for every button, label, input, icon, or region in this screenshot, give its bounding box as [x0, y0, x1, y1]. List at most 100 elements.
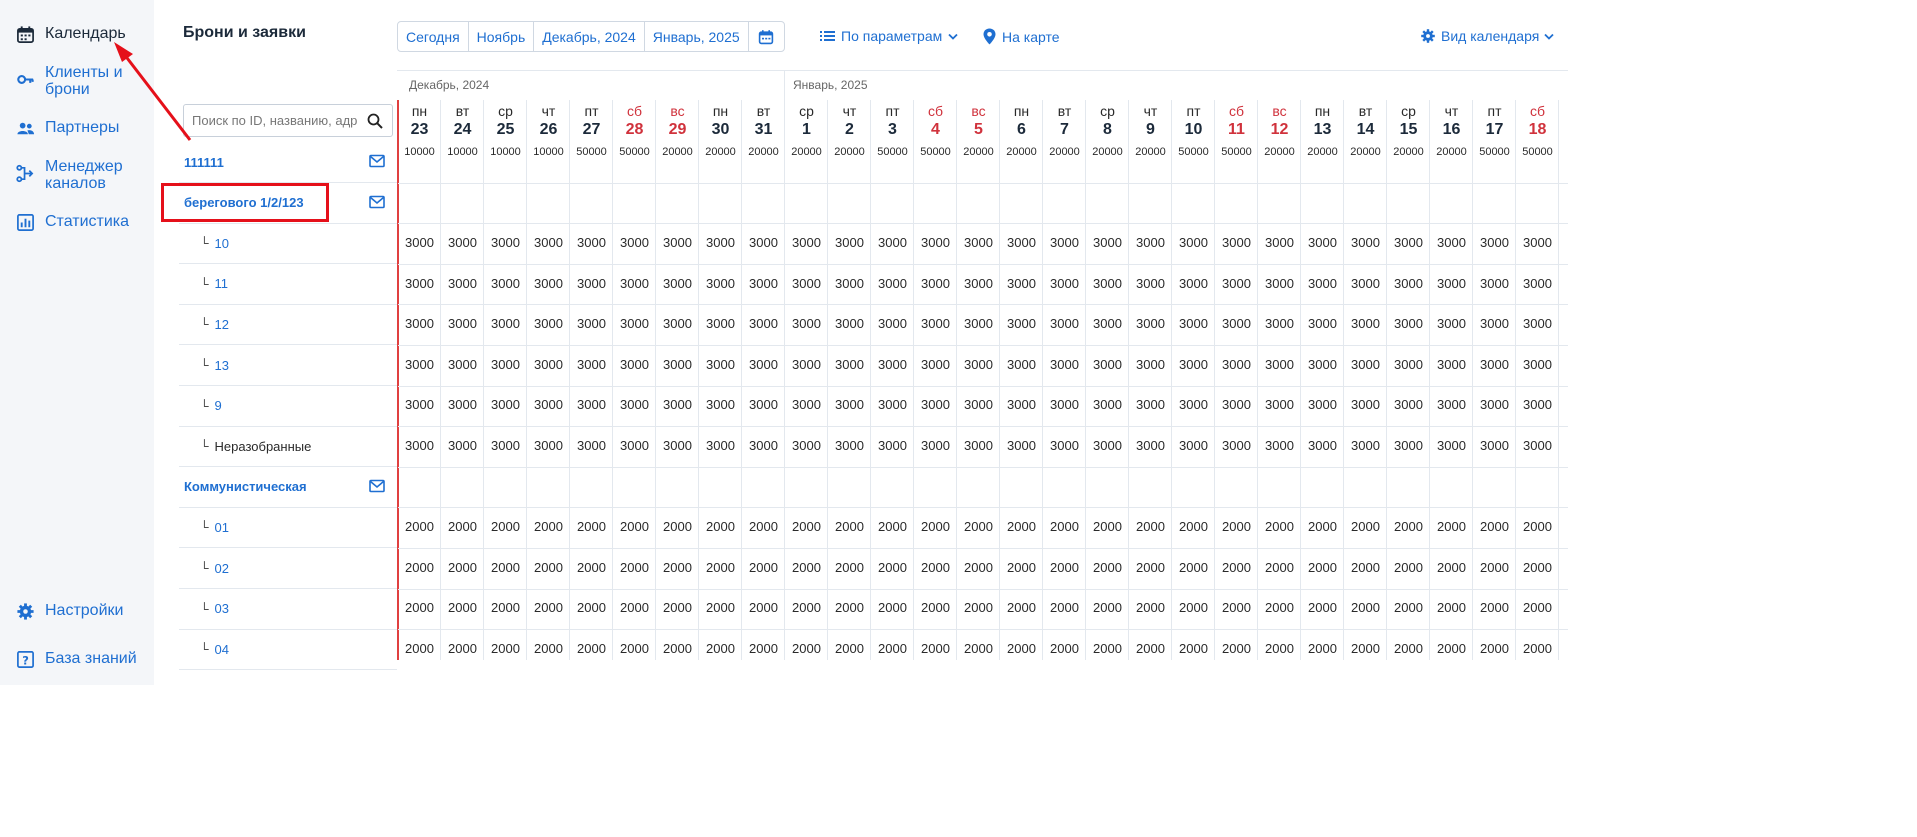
price-cell[interactable]: 3000: [1473, 357, 1516, 372]
price-cell[interactable]: 3000: [613, 276, 656, 291]
price-cell[interactable]: 2000: [1387, 641, 1430, 656]
price-cell[interactable]: 2000: [527, 560, 570, 575]
price-cell[interactable]: 3000: [1000, 438, 1043, 453]
price-cell[interactable]: 2000: [1086, 641, 1129, 656]
price-cell[interactable]: 3000: [957, 316, 1000, 331]
price-cell[interactable]: 3000: [1344, 397, 1387, 412]
price-cell[interactable]: 2000: [1473, 600, 1516, 615]
price-cell[interactable]: 2000: [742, 519, 785, 534]
price-cell[interactable]: 3000: [1258, 357, 1301, 372]
price-cell[interactable]: 2000: [1516, 560, 1559, 575]
price-cell[interactable]: 2000: [1258, 600, 1301, 615]
price-cell[interactable]: 2000: [398, 641, 441, 656]
price-cell[interactable]: 2000: [441, 519, 484, 534]
price-cell[interactable]: 3000: [1301, 397, 1344, 412]
price-cell[interactable]: 2000: [914, 519, 957, 534]
unit-row[interactable]: └ 03: [179, 589, 397, 630]
unit-label[interactable]: └ 10: [200, 236, 229, 251]
price-cell[interactable]: 3000: [1172, 438, 1215, 453]
price-cell[interactable]: 3000: [1043, 235, 1086, 250]
price-cell[interactable]: 2000: [441, 600, 484, 615]
price-cell[interactable]: 2000: [1215, 641, 1258, 656]
price-cell[interactable]: 3000: [785, 357, 828, 372]
price-cell[interactable]: 2000: [828, 641, 871, 656]
price-cell[interactable]: 3000: [914, 438, 957, 453]
price-cell[interactable]: 3000: [398, 235, 441, 250]
unit-name[interactable]: Неразобранные: [215, 439, 312, 454]
price-cell[interactable]: 3000: [613, 235, 656, 250]
price-cell[interactable]: 2000: [1129, 600, 1172, 615]
price-cell[interactable]: 3000: [484, 276, 527, 291]
price-cell[interactable]: 2000: [1172, 600, 1215, 615]
group-price-cell[interactable]: 20000: [1387, 146, 1430, 158]
price-cell[interactable]: 3000: [957, 357, 1000, 372]
price-cell[interactable]: 3000: [1387, 276, 1430, 291]
unit-name[interactable]: 9: [215, 398, 222, 413]
price-cell[interactable]: 3000: [699, 397, 742, 412]
price-cell[interactable]: 3000: [1387, 357, 1430, 372]
price-cell[interactable]: 3000: [1258, 276, 1301, 291]
price-cell[interactable]: 2000: [1473, 641, 1516, 656]
price-cell[interactable]: 2000: [398, 560, 441, 575]
price-cell[interactable]: 2000: [785, 600, 828, 615]
price-cell[interactable]: 2000: [957, 641, 1000, 656]
price-cell[interactable]: 3000: [742, 357, 785, 372]
price-cell[interactable]: 3000: [1043, 276, 1086, 291]
mail-icon[interactable]: [369, 479, 385, 493]
price-cell[interactable]: 2000: [871, 519, 914, 534]
price-cell[interactable]: 2000: [1000, 641, 1043, 656]
price-cell[interactable]: 2000: [656, 600, 699, 615]
price-cell[interactable]: 2000: [1043, 560, 1086, 575]
price-cell[interactable]: 3000: [1387, 235, 1430, 250]
price-cell[interactable]: 2000: [1516, 641, 1559, 656]
price-cell[interactable]: 2000: [699, 519, 742, 534]
group-price-cell[interactable]: 50000: [570, 146, 613, 158]
unit-row[interactable]: └ 10: [179, 223, 397, 265]
group-price-cell[interactable]: 20000: [1086, 146, 1129, 158]
price-cell[interactable]: 3000: [1430, 438, 1473, 453]
unit-name[interactable]: 04: [215, 642, 229, 657]
price-cell[interactable]: 3000: [1301, 357, 1344, 372]
sidebar-item-statistics[interactable]: Статистика: [0, 212, 154, 232]
sidebar-item-channel-manager[interactable]: Менеджер каналов: [0, 157, 154, 193]
sidebar-item-knowledge-base[interactable]: ? База знаний: [0, 649, 154, 669]
price-cell[interactable]: 3000: [914, 397, 957, 412]
price-cell[interactable]: 2000: [1129, 560, 1172, 575]
price-cell[interactable]: 2000: [1043, 641, 1086, 656]
price-cell[interactable]: 3000: [527, 316, 570, 331]
unit-label[interactable]: └ 04: [200, 642, 229, 657]
price-cell[interactable]: 2000: [1430, 641, 1473, 656]
price-cell[interactable]: 2000: [1258, 560, 1301, 575]
price-cell[interactable]: 3000: [1086, 438, 1129, 453]
group-price-cell[interactable]: 50000: [871, 146, 914, 158]
price-cell[interactable]: 3000: [1172, 276, 1215, 291]
price-cell[interactable]: 3000: [742, 397, 785, 412]
unit-label[interactable]: └ 03: [200, 601, 229, 616]
price-cell[interactable]: 3000: [1473, 276, 1516, 291]
price-cell[interactable]: 3000: [1430, 316, 1473, 331]
price-cell[interactable]: 3000: [914, 316, 957, 331]
price-cell[interactable]: 2000: [1301, 560, 1344, 575]
price-cell[interactable]: 2000: [1473, 519, 1516, 534]
unit-label[interactable]: └ 12: [200, 317, 229, 332]
price-cell[interactable]: 3000: [1387, 316, 1430, 331]
price-cell[interactable]: 2000: [613, 641, 656, 656]
price-cell[interactable]: 2000: [1344, 600, 1387, 615]
price-cell[interactable]: 2000: [1301, 641, 1344, 656]
price-cell[interactable]: 3000: [1473, 438, 1516, 453]
price-cell[interactable]: 3000: [1172, 235, 1215, 250]
price-cell[interactable]: 3000: [699, 438, 742, 453]
unit-label[interactable]: └ Неразобранные: [200, 439, 311, 454]
unit-label[interactable]: └ 02: [200, 561, 229, 576]
price-cell[interactable]: 2000: [1344, 641, 1387, 656]
price-cell[interactable]: 2000: [914, 560, 957, 575]
price-cell[interactable]: 3000: [1129, 397, 1172, 412]
unit-row[interactable]: └ Неразобранные: [179, 426, 397, 468]
price-cell[interactable]: 2000: [1430, 519, 1473, 534]
price-cell[interactable]: 3000: [570, 438, 613, 453]
price-cell[interactable]: 3000: [914, 276, 957, 291]
unit-row[interactable]: └ 12: [179, 304, 397, 346]
price-cell[interactable]: 3000: [957, 235, 1000, 250]
price-cell[interactable]: 3000: [398, 316, 441, 331]
price-cell[interactable]: 3000: [1000, 235, 1043, 250]
